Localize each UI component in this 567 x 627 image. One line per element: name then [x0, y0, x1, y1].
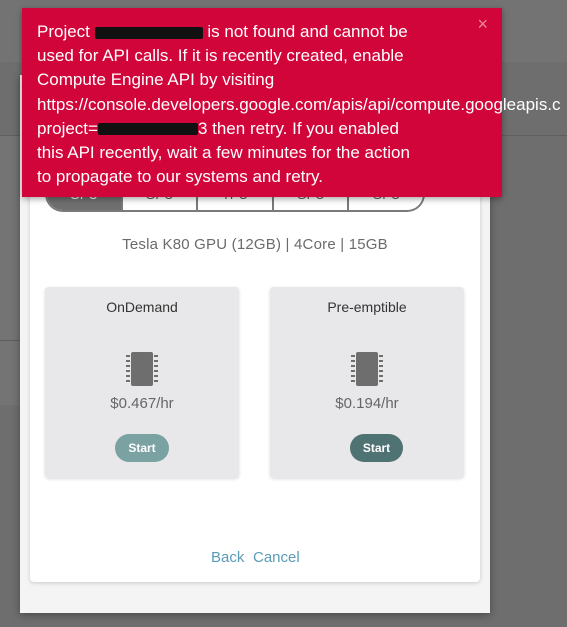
- chip-icon: [351, 352, 383, 386]
- preemptible-price: $0.194/hr: [335, 395, 399, 412]
- preemptible-start-button[interactable]: Start: [350, 434, 403, 462]
- cancel-link[interactable]: Cancel: [253, 549, 300, 566]
- preemptible-title: Pre-emptible: [327, 299, 407, 315]
- api-url: https://console.developers.google.com/ap…: [37, 94, 561, 114]
- ondemand-title: OnDemand: [106, 299, 178, 315]
- error-toast: × Project is not found and cannot be use…: [22, 8, 561, 197]
- machine-spec: Tesla K80 GPU (12GB) | 4Core | 15GB: [122, 236, 388, 253]
- ondemand-price: $0.467/hr: [110, 395, 174, 412]
- error-message: Project is not found and cannot be used …: [37, 22, 561, 187]
- preemptible-option[interactable]: Pre-emptible $0.194/hr Start: [270, 287, 464, 478]
- back-link[interactable]: Back: [211, 549, 244, 566]
- chip-icon: [126, 352, 158, 386]
- close-icon[interactable]: ×: [471, 14, 494, 34]
- ondemand-start-button[interactable]: Start: [115, 434, 169, 462]
- redacted-project-id: [94, 26, 203, 39]
- redacted-project-number: [97, 123, 198, 136]
- ondemand-option[interactable]: OnDemand $0.467/hr Start: [45, 287, 239, 478]
